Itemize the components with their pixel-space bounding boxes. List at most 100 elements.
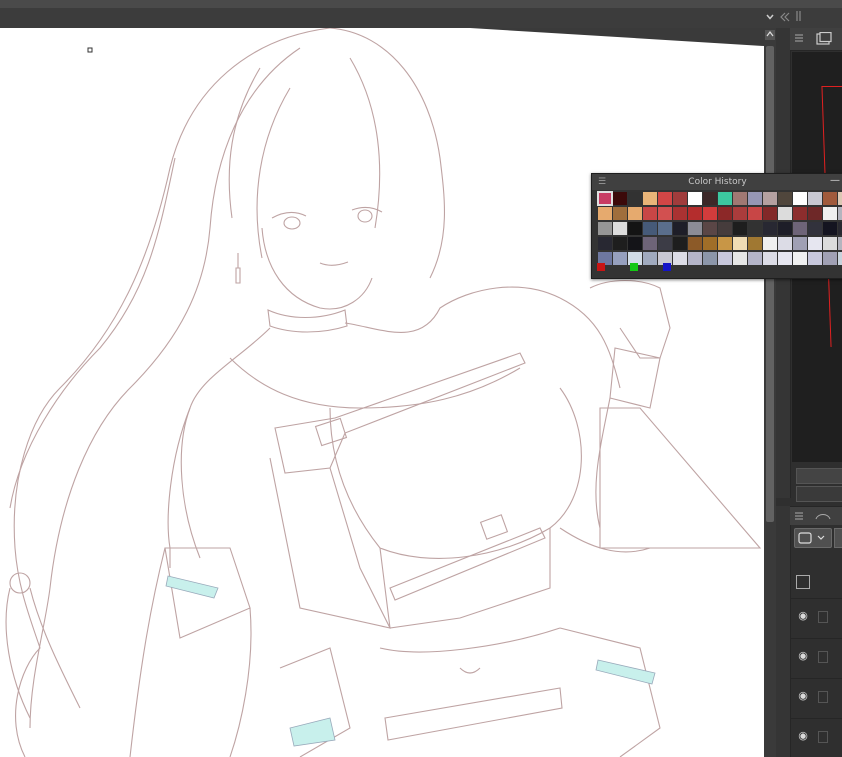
color-swatch[interactable] [598, 207, 612, 220]
color-swatch[interactable] [688, 192, 702, 205]
color-swatch[interactable] [688, 222, 702, 235]
color-swatch[interactable] [673, 252, 687, 265]
color-swatch[interactable] [733, 207, 747, 220]
color-swatch[interactable] [733, 222, 747, 235]
color-swatch[interactable] [628, 207, 642, 220]
color-swatch[interactable] [703, 237, 717, 250]
color-swatch[interactable] [793, 222, 807, 235]
eye-icon[interactable]: ◉ [796, 609, 810, 623]
color-swatch[interactable] [808, 222, 822, 235]
navigator-zoom-slider[interactable] [796, 468, 842, 484]
layer-side-tab[interactable] [776, 506, 791, 757]
canvas-vertical-scrollbar[interactable] [764, 28, 776, 757]
color-swatch[interactable] [733, 252, 747, 265]
layer-list-icon[interactable] [796, 575, 810, 589]
color-swatch[interactable] [778, 237, 792, 250]
color-swatch[interactable] [733, 192, 747, 205]
eye-icon[interactable]: ◉ [796, 689, 810, 703]
color-swatch[interactable] [778, 207, 792, 220]
chevron-down-icon[interactable] [764, 9, 776, 27]
color-swatch[interactable] [763, 252, 777, 265]
color-swatch[interactable] [613, 192, 627, 205]
color-swatch[interactable] [658, 237, 672, 250]
color-swatch[interactable] [673, 192, 687, 205]
color-swatch[interactable] [748, 192, 762, 205]
color-swatch[interactable] [643, 207, 657, 220]
scroll-up-icon[interactable] [765, 30, 775, 40]
color-swatch[interactable] [793, 207, 807, 220]
color-swatch[interactable] [733, 237, 747, 250]
scrollbar-thumb[interactable] [766, 46, 774, 522]
color-swatch[interactable] [643, 222, 657, 235]
color-swatch[interactable] [748, 252, 762, 265]
eye-icon[interactable]: ◉ [796, 649, 810, 663]
color-swatch[interactable] [838, 237, 842, 250]
color-swatch[interactable] [823, 222, 837, 235]
color-swatch[interactable] [763, 207, 777, 220]
color-swatch[interactable] [793, 192, 807, 205]
color-swatch[interactable] [778, 252, 792, 265]
color-swatch[interactable] [703, 222, 717, 235]
color-swatch[interactable] [823, 192, 837, 205]
blend-mode-select[interactable] [794, 528, 832, 548]
color-swatch[interactable] [658, 222, 672, 235]
layer-property-icon[interactable] [814, 510, 832, 522]
color-swatch[interactable] [628, 222, 642, 235]
double-chevron-left-icon[interactable] [778, 9, 792, 27]
drawing-canvas[interactable] [0, 28, 764, 757]
color-swatch[interactable] [688, 207, 702, 220]
color-swatch[interactable] [778, 192, 792, 205]
color-swatch[interactable] [673, 237, 687, 250]
color-swatch[interactable] [613, 237, 627, 250]
color-swatch[interactable] [688, 237, 702, 250]
navigator-icon[interactable] [816, 32, 832, 46]
navigator-rotate-slider[interactable] [796, 486, 842, 502]
color-swatch[interactable] [838, 207, 842, 220]
layer-row[interactable]: ◉ [790, 598, 842, 637]
color-swatch[interactable] [628, 237, 642, 250]
color-swatch[interactable] [808, 192, 822, 205]
color-swatch[interactable] [703, 252, 717, 265]
color-swatch[interactable] [718, 237, 732, 250]
color-swatch[interactable] [688, 252, 702, 265]
color-swatch[interactable] [763, 192, 777, 205]
color-swatch[interactable] [598, 222, 612, 235]
layer-row[interactable]: ◉ [790, 718, 842, 757]
color-swatch[interactable] [748, 237, 762, 250]
color-swatch[interactable] [703, 207, 717, 220]
color-swatch[interactable] [718, 207, 732, 220]
color-history-title-bar[interactable]: ☰ Color History — [592, 174, 842, 190]
current-color-chip[interactable] [630, 263, 638, 271]
current-color-chip[interactable] [663, 263, 671, 271]
color-swatch[interactable] [778, 222, 792, 235]
color-swatch[interactable] [838, 192, 842, 205]
color-swatch[interactable] [838, 252, 842, 265]
color-swatch[interactable] [628, 192, 642, 205]
color-swatch[interactable] [718, 222, 732, 235]
color-swatch[interactable] [808, 252, 822, 265]
layer-lock-toggle[interactable] [818, 651, 828, 663]
color-swatch[interactable] [823, 237, 837, 250]
color-swatch[interactable] [613, 222, 627, 235]
color-swatch[interactable] [808, 237, 822, 250]
color-swatch[interactable] [643, 252, 657, 265]
minimize-button[interactable]: — [830, 174, 840, 188]
current-color-chip[interactable] [597, 263, 605, 271]
layer-option-button[interactable] [834, 528, 842, 548]
layer-row[interactable]: ◉ [790, 678, 842, 717]
color-swatch[interactable] [598, 237, 612, 250]
layer-row[interactable]: ◉ [790, 638, 842, 677]
color-swatch[interactable] [658, 192, 672, 205]
color-swatch[interactable] [718, 252, 732, 265]
color-swatch[interactable] [823, 252, 837, 265]
color-swatch[interactable] [748, 222, 762, 235]
color-swatch[interactable] [718, 192, 732, 205]
menu-icon[interactable]: ☰ [598, 176, 606, 188]
layer-lock-toggle[interactable] [818, 691, 828, 703]
menu-icon[interactable] [794, 33, 804, 43]
color-history-panel[interactable]: ☰ Color History — [591, 173, 842, 279]
color-swatch[interactable] [673, 207, 687, 220]
color-swatch[interactable] [643, 237, 657, 250]
layer-lock-toggle[interactable] [818, 611, 828, 623]
color-swatch[interactable] [703, 192, 717, 205]
